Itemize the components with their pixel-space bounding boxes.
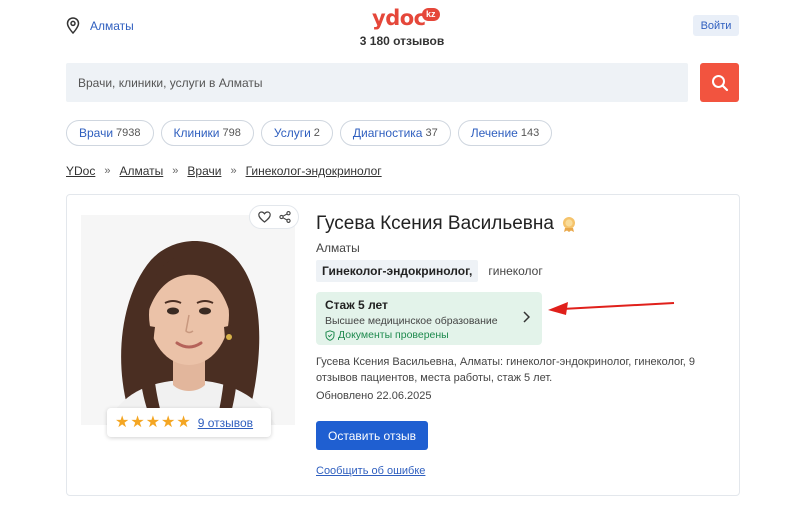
location-selector[interactable]: Алматы (66, 17, 134, 34)
star-icon: ★ (145, 413, 161, 431)
chip-count: 798 (222, 127, 241, 139)
chip-count: 37 (425, 127, 438, 139)
chip-label: Врачи (79, 126, 114, 140)
logo-text: ydoc (372, 6, 426, 30)
doctor-card: ★ ★ ★ ★ ★ 9 отзывов Гусева Ксения Васильевна… (66, 194, 740, 496)
experience-title: Стаж 5 лет (325, 298, 388, 312)
shield-check-icon (325, 329, 335, 341)
star-icon: ★ (161, 413, 176, 431)
category-chips: Врачи 7938 Клиники 798 Услуги 2 Диагност… (66, 120, 553, 146)
doctor-name: Гусева Ксения Васильевна (316, 213, 554, 234)
chip-count: 2 (313, 127, 320, 139)
breadcrumb: YDoc » Алматы » Врачи » Гинеколог-эндокр… (66, 164, 382, 178)
report-error-link[interactable]: Сообщить об ошибке (316, 465, 425, 477)
doctor-city: Алматы (316, 241, 360, 255)
location-city[interactable]: Алматы (90, 19, 134, 33)
heart-icon (257, 211, 271, 223)
site-logo[interactable]: ydoc kz (372, 6, 442, 34)
chip-count: 7938 (116, 127, 141, 139)
specialty-secondary[interactable]: гинеколог (482, 260, 548, 282)
search-icon (711, 74, 728, 91)
doctor-name-row: Гусева Ксения Васильевна (316, 213, 578, 235)
chip-services[interactable]: Услуги 2 (260, 120, 333, 146)
favorite-share-group (249, 205, 299, 229)
annotation-arrow (548, 302, 675, 315)
star-icon: ★ (176, 413, 191, 431)
breadcrumb-home[interactable]: YDoc (66, 164, 95, 178)
login-button[interactable]: Войти (693, 15, 739, 36)
doctor-photo (81, 215, 295, 425)
search-button[interactable] (700, 63, 739, 102)
site-reviews-count: 3 180 отзывов (359, 34, 445, 48)
reviews-link[interactable]: 9 отзывов (198, 416, 253, 430)
verified-text: Документы проверены (338, 329, 449, 341)
star-icon: ★ (115, 413, 130, 431)
chip-label: Диагностика (352, 126, 423, 140)
star-icon: ★ (130, 413, 145, 431)
search-input[interactable] (66, 63, 688, 102)
location-pin-icon (66, 17, 80, 34)
rating-stars: ★ ★ ★ ★ ★ (115, 413, 191, 431)
chip-label: Услуги (273, 126, 311, 140)
share-icon (278, 211, 291, 223)
chip-diagnostics[interactable]: Диагностика 37 (339, 120, 451, 146)
chip-clinics[interactable]: Клиники 798 (160, 120, 254, 146)
chip-treatment[interactable]: Лечение 143 (457, 120, 553, 146)
rating-box: ★ ★ ★ ★ ★ 9 отзывов (107, 408, 271, 437)
breadcrumb-separator: » (104, 165, 111, 177)
share-button[interactable] (278, 211, 291, 223)
chevron-right-icon (523, 311, 530, 323)
breadcrumb-separator: » (230, 165, 237, 177)
education-text: Высшее медицинское образование (325, 315, 498, 327)
updated-date: Обновлено 22.06.2025 (316, 390, 432, 402)
chip-label: Лечение (470, 126, 518, 140)
breadcrumb-separator: » (172, 165, 179, 177)
doctor-description: Гусева Ксения Васильевна, Алматы: гинеко… (316, 356, 696, 384)
chip-label: Клиники (173, 126, 220, 140)
chip-doctors[interactable]: Врачи 7938 (66, 120, 154, 146)
breadcrumb-specialty[interactable]: Гинеколог-эндокринолог (246, 164, 382, 178)
medal-icon (562, 217, 575, 232)
documents-verified: Документы проверены (325, 329, 533, 341)
favorite-button[interactable] (257, 211, 271, 223)
chip-count: 143 (520, 127, 540, 139)
breadcrumb-doctors[interactable]: Врачи (187, 164, 221, 178)
experience-panel[interactable]: Стаж 5 лет Высшее медицинское образовани… (316, 292, 542, 345)
breadcrumb-city[interactable]: Алматы (119, 164, 163, 178)
logo-region-badge: kz (422, 8, 440, 21)
doctor-specialties: Гинеколог-эндокринолог, гинеколог (316, 260, 549, 282)
specialty-main[interactable]: Гинеколог-эндокринолог, (316, 260, 479, 282)
leave-review-button[interactable]: Оставить отзыв (316, 421, 428, 450)
